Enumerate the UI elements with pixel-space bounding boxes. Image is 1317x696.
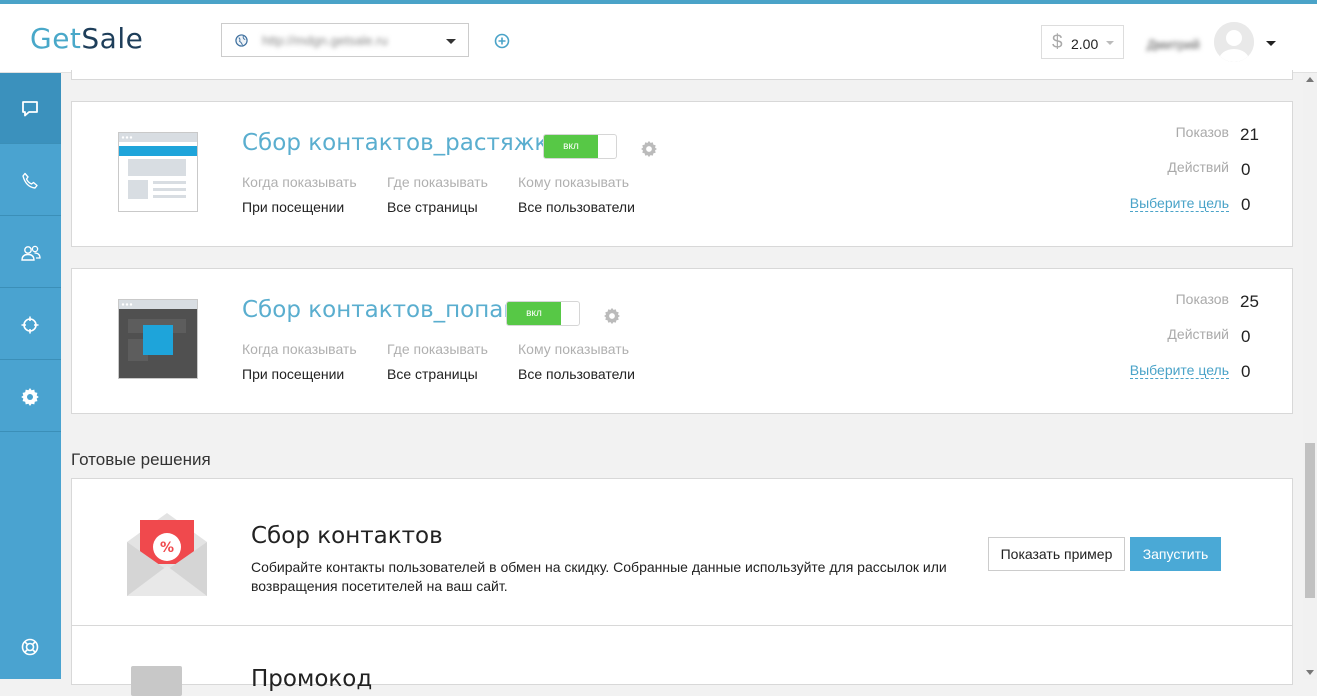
logo-sale: Sale [81, 22, 144, 55]
shows-value: 21 [1240, 125, 1259, 144]
gear-icon [21, 388, 39, 406]
scrollbar[interactable] [1303, 73, 1317, 679]
user-menu-caret-icon[interactable] [1266, 41, 1276, 46]
sidebar-item-settings[interactable] [0, 361, 61, 432]
ready-solution-title: Промокод [251, 666, 373, 692]
lifebuoy-icon[interactable] [20, 637, 40, 657]
ready-solutions-title: Готовые решения [71, 450, 211, 469]
where-value: Все страницы [387, 199, 478, 215]
popup-widget-thumbnail-icon [118, 299, 198, 379]
balance-dropdown[interactable]: $ 2.00 [1041, 25, 1124, 59]
globe-icon [235, 34, 248, 47]
when-value: При посещении [242, 366, 345, 382]
previous-widget-card [71, 70, 1293, 80]
shows-label: Показов [1175, 124, 1229, 140]
sidebar-item-users[interactable] [0, 217, 61, 288]
widget-settings-gear-icon[interactable] [640, 140, 658, 158]
whom-value: Все пользователи [518, 366, 635, 382]
scroll-up-arrow-icon[interactable] [1306, 77, 1314, 82]
getsale-logo[interactable]: GetSale [30, 22, 143, 55]
actions-label: Действий [1167, 326, 1229, 342]
promocode-icon [131, 666, 182, 696]
whom-value: Все пользователи [518, 199, 635, 215]
site-url: http://mdgn.getsale.ru [262, 33, 388, 48]
ready-solution-title: Сбор контактов [251, 523, 443, 549]
scroll-down-arrow-icon[interactable] [1306, 670, 1314, 675]
site-select[interactable]: http://mdgn.getsale.ru [221, 23, 469, 57]
show-example-button[interactable]: Показать пример [988, 537, 1125, 571]
user-avatar-icon [1214, 22, 1254, 62]
balance-amount: 2.00 [1071, 36, 1099, 52]
logo-get: Get [30, 22, 82, 55]
widget-title[interactable]: Сбор контактов_попап [242, 297, 518, 323]
sidebar [0, 73, 61, 679]
run-button[interactable]: Запустить [1130, 537, 1221, 571]
goal-value: 0 [1241, 195, 1251, 214]
where-label: Где показывать [387, 174, 488, 190]
ready-solution-card: Промокод [71, 625, 1293, 696]
svg-text:%: % [160, 540, 174, 556]
banner-widget-thumbnail-icon [118, 132, 198, 212]
shows-value: 25 [1240, 292, 1259, 311]
widget-toggle[interactable]: вкл [543, 134, 617, 159]
user-name[interactable]: Дмитрий [1147, 37, 1200, 52]
add-circle-icon[interactable] [494, 33, 510, 49]
shows-label: Показов [1175, 291, 1229, 307]
toggle-on-label: вкл [507, 302, 561, 325]
phone-icon [22, 172, 38, 189]
dollar-icon: $ [1052, 32, 1063, 53]
widget-card: Сбор контактов_попап вкл Когда показыват… [71, 268, 1293, 414]
whom-label: Кому показывать [518, 341, 629, 357]
actions-label: Действий [1167, 159, 1229, 175]
chevron-down-icon [446, 39, 456, 44]
header: GetSale http://mdgn.getsale.ru $ 2.00 Дм… [0, 4, 1317, 73]
chevron-down-icon [1106, 41, 1114, 45]
widget-settings-gear-icon[interactable] [603, 307, 621, 325]
scrollbar-thumb[interactable] [1305, 443, 1315, 598]
goal-value: 0 [1241, 362, 1251, 381]
choose-goal-link[interactable]: Выберите цель [1129, 362, 1229, 379]
actions-value: 0 [1241, 160, 1251, 179]
chat-icon [22, 101, 38, 117]
ready-solution-description: Собирайте контакты пользователей в обмен… [251, 559, 947, 594]
widget-toggle[interactable]: вкл [506, 301, 580, 326]
when-value: При посещении [242, 199, 345, 215]
users-icon [21, 245, 41, 261]
widget-card: Сбор контактов_растяжка вкл Когда показы… [71, 101, 1293, 247]
target-icon [21, 316, 39, 334]
sidebar-item-chats[interactable] [0, 73, 61, 144]
where-label: Где показывать [387, 341, 488, 357]
toggle-on-label: вкл [544, 135, 598, 158]
sidebar-item-goals[interactable] [0, 289, 61, 360]
avatar[interactable] [1214, 22, 1254, 62]
when-label: Когда показывать [242, 174, 357, 190]
widget-title[interactable]: Сбор контактов_растяжка [242, 130, 562, 156]
sidebar-item-calls[interactable] [0, 145, 61, 216]
actions-value: 0 [1241, 327, 1251, 346]
where-value: Все страницы [387, 366, 478, 382]
ready-solution-card: % Сбор контактов Собирайте контакты поль… [71, 478, 1293, 626]
discount-envelope-icon: % [127, 513, 207, 596]
whom-label: Кому показывать [518, 174, 629, 190]
choose-goal-link[interactable]: Выберите цель [1129, 195, 1229, 212]
when-label: Когда показывать [242, 341, 357, 357]
